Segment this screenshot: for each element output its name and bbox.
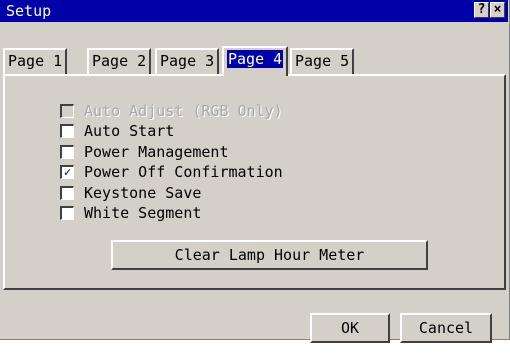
option-label: Power Off Confirmation	[84, 163, 283, 181]
help-icon[interactable]: ?	[474, 2, 489, 18]
tab-page-2[interactable]: Page 2	[87, 48, 152, 74]
window-title: Setup	[6, 2, 52, 20]
power-management-checkbox[interactable]	[60, 145, 74, 159]
cancel-button[interactable]: Cancel	[400, 313, 492, 343]
close-icon[interactable]: ×	[490, 2, 505, 18]
option-label: Auto Adjust (RGB Only)	[84, 102, 283, 120]
setup-dialog: Setup ? × Page 1 Page 2 Page 3 Page 4 Pa…	[0, 0, 510, 343]
tab-page-4[interactable]: Page 4	[222, 46, 289, 76]
power-off-confirmation-checkbox[interactable]: ✓	[60, 165, 74, 179]
tab-strip: Page 1 Page 2 Page 3 Page 4 Page 5	[0, 46, 508, 76]
option-label: Keystone Save	[84, 184, 202, 202]
tab-page-3[interactable]: Page 3	[155, 48, 220, 74]
keystone-save-checkbox[interactable]	[60, 186, 74, 200]
title-bar[interactable]: Setup ? ×	[0, 0, 508, 22]
ok-button[interactable]: OK	[310, 313, 390, 343]
auto-adjust-checkbox	[60, 104, 74, 118]
tab-page-5[interactable]: Page 5	[290, 48, 355, 74]
tab-page-1[interactable]: Page 1	[3, 48, 68, 74]
white-segment-checkbox[interactable]	[60, 206, 74, 220]
option-label: Auto Start	[84, 122, 175, 140]
option-label: White Segment	[84, 204, 202, 222]
option-label: Power Management	[84, 143, 229, 161]
clear-lamp-hour-meter-button[interactable]: Clear Lamp Hour Meter	[111, 240, 428, 270]
auto-start-checkbox[interactable]	[60, 124, 74, 138]
